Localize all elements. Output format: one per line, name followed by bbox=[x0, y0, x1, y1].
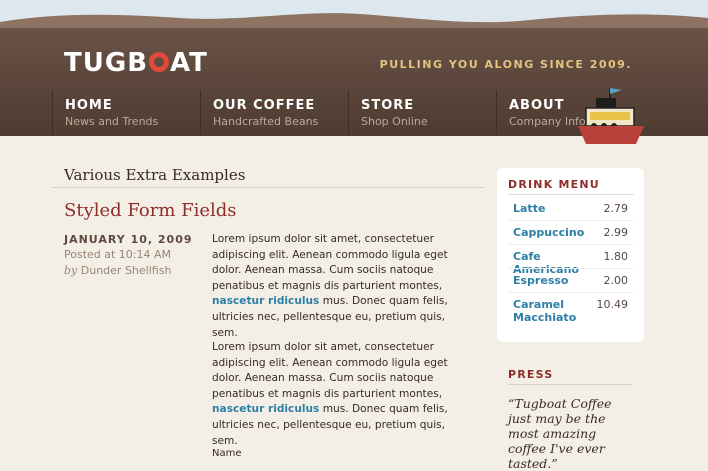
section-title: Various Extra Examples bbox=[64, 166, 246, 184]
nav-title: HOME bbox=[65, 98, 113, 113]
post-author: by Dunder Shellfish bbox=[64, 264, 171, 277]
drink-row-divider bbox=[508, 268, 634, 269]
nav-title: STORE bbox=[361, 98, 415, 113]
post-date: JANUARY 10, 2009 bbox=[64, 233, 193, 246]
post-title[interactable]: Styled Form Fields bbox=[64, 200, 237, 221]
drink-price: 10.49 bbox=[596, 298, 629, 311]
nav-item-our-coffee[interactable]: OUR COFFEE Handcrafted Beans bbox=[200, 90, 348, 136]
nav-subtitle: Shop Online bbox=[361, 115, 428, 128]
drink-menu-divider bbox=[508, 194, 634, 195]
drink-menu-heading: DRINK MENU bbox=[508, 178, 600, 191]
drink-price: 2.00 bbox=[603, 274, 629, 287]
drink-name[interactable]: Cappuccino bbox=[513, 226, 605, 239]
drink-price: 2.99 bbox=[603, 226, 629, 239]
drink-name[interactable]: Latte bbox=[513, 202, 605, 215]
paragraph-text: Lorem ipsum dolor sit amet, consectetuer… bbox=[212, 341, 448, 400]
author-by: by bbox=[64, 264, 78, 277]
drink-price: 1.80 bbox=[603, 250, 629, 263]
drink-row-divider bbox=[508, 244, 634, 245]
paragraph-link[interactable]: nascetur ridiculus bbox=[212, 403, 319, 415]
press-heading: PRESS bbox=[508, 368, 554, 381]
post-paragraph: Lorem ipsum dolor sit amet, consectetuer… bbox=[212, 340, 474, 449]
drink-name[interactable]: Caramel Macchiato bbox=[513, 298, 605, 324]
drink-name[interactable]: Espresso bbox=[513, 274, 605, 287]
press-divider bbox=[508, 384, 633, 385]
section-divider bbox=[52, 187, 484, 188]
nav-title: OUR COFFEE bbox=[213, 98, 316, 113]
paragraph-text: Lorem ipsum dolor sit amet, consectetuer… bbox=[212, 233, 448, 292]
drink-menu: DRINK MENU Latte 2.79 Cappuccino 2.99 Ca… bbox=[497, 168, 644, 342]
post-time: Posted at 10:14 AM bbox=[64, 248, 172, 261]
drink-row-divider bbox=[508, 292, 634, 293]
site-logo[interactable]: TUGB AT bbox=[64, 48, 208, 78]
nav-subtitle: News and Trends bbox=[65, 115, 159, 128]
tugboat-icon bbox=[578, 88, 644, 144]
post-paragraph: Lorem ipsum dolor sit amet, consectetuer… bbox=[212, 232, 474, 341]
press-quote: “Tugboat Coffee just may be the most ama… bbox=[508, 396, 612, 471]
nav-item-store[interactable]: STORE Shop Online bbox=[348, 90, 496, 136]
nav-subtitle: Handcrafted Beans bbox=[213, 115, 319, 128]
logo-text-part2: AT bbox=[170, 48, 208, 78]
site-tagline: PULLING YOU ALONG SINCE 2009. bbox=[379, 58, 632, 71]
logo-text-part1: TUGB bbox=[64, 48, 149, 78]
paragraph-link[interactable]: nascetur ridiculus bbox=[212, 295, 319, 307]
nav-item-home[interactable]: HOME News and Trends bbox=[52, 90, 200, 136]
drink-name[interactable]: Cafe Americano bbox=[513, 250, 605, 276]
author-name: Dunder Shellfish bbox=[80, 264, 172, 277]
life-ring-icon bbox=[149, 52, 170, 72]
drink-price: 2.79 bbox=[603, 202, 629, 215]
drink-row-divider bbox=[508, 220, 634, 221]
